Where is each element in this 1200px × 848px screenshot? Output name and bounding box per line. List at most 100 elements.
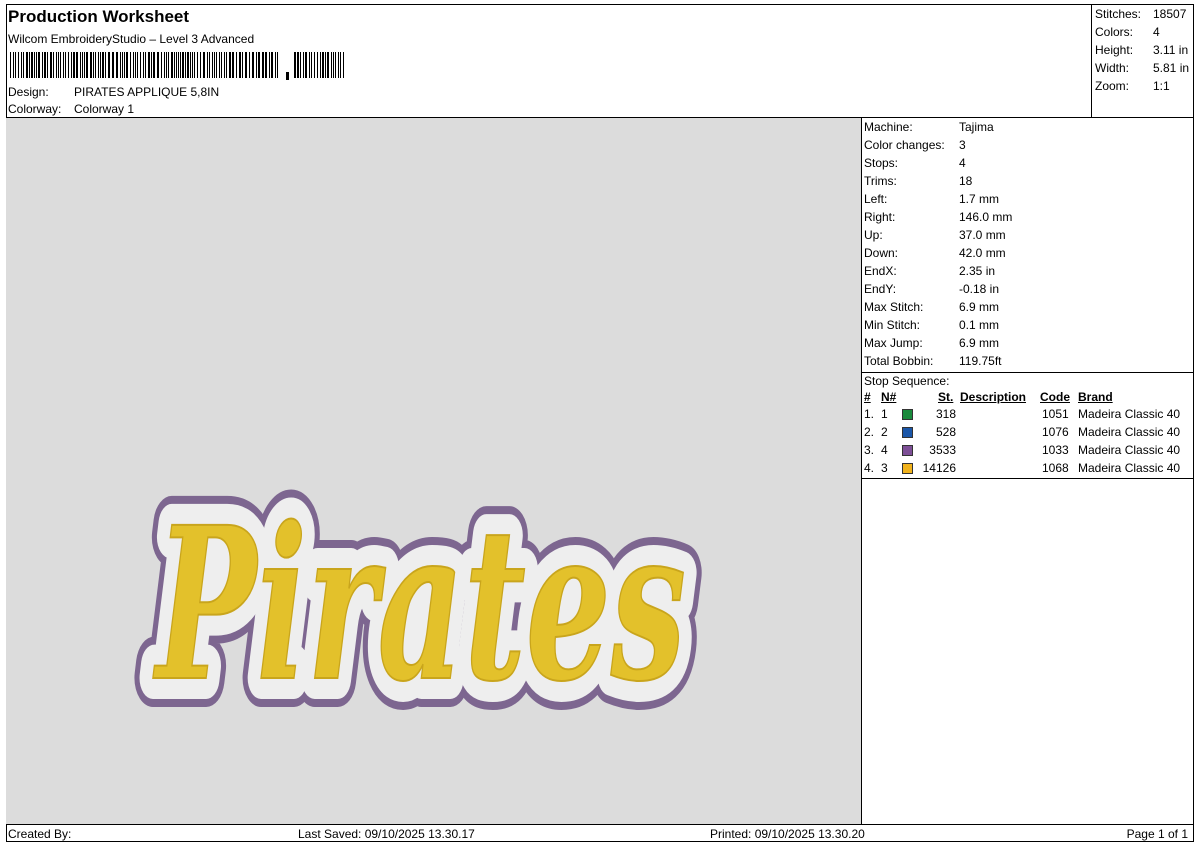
col-header-code: Code bbox=[1040, 390, 1070, 404]
barcode-bar bbox=[50, 52, 52, 78]
barcode-bar bbox=[36, 52, 37, 78]
barcode-bar bbox=[269, 52, 270, 78]
barcode-bar bbox=[82, 52, 83, 78]
barcode-bar bbox=[333, 52, 334, 78]
barcode-bar bbox=[305, 52, 307, 78]
barcode-bar bbox=[314, 52, 315, 78]
barcode-bar bbox=[42, 52, 43, 78]
barcode-bar bbox=[31, 52, 33, 78]
barcode-bar bbox=[13, 52, 14, 78]
barcode-bar bbox=[275, 52, 276, 78]
barcode-bar bbox=[76, 52, 78, 78]
barcode-bar bbox=[297, 52, 299, 78]
right-row: Right: 146.0 mm bbox=[864, 210, 1013, 224]
barcode-bar bbox=[151, 52, 152, 78]
barcode-bar bbox=[212, 52, 213, 78]
col-header-stitches: St. bbox=[938, 390, 954, 404]
color-swatch bbox=[902, 445, 913, 456]
barcode-bar bbox=[60, 52, 61, 78]
barcode-bar bbox=[265, 52, 267, 78]
barcode-bar bbox=[108, 52, 110, 78]
barcode-bar bbox=[187, 52, 189, 78]
barcode-bar bbox=[242, 52, 243, 78]
barcode-bar bbox=[262, 52, 264, 78]
barcode-bar bbox=[18, 52, 19, 78]
barcode-bar bbox=[29, 52, 30, 78]
barcode-bar bbox=[130, 52, 131, 78]
barcode-bar bbox=[168, 52, 169, 78]
barcode-bar bbox=[98, 52, 99, 78]
barcode-bar bbox=[180, 52, 181, 78]
barcode-bar bbox=[174, 52, 175, 78]
barcode-bar bbox=[120, 52, 121, 78]
barcode-bar bbox=[80, 52, 81, 78]
barcode-bar bbox=[219, 52, 220, 78]
barcode-bar bbox=[182, 52, 184, 78]
barcode-mark bbox=[286, 72, 289, 80]
barcode-bar bbox=[23, 52, 24, 78]
barcode-bar bbox=[203, 52, 205, 78]
table-row: 2. 2 528 1076 Madeira Classic 40 bbox=[864, 425, 1181, 439]
design-fill-text: Pirates bbox=[153, 481, 686, 728]
barcode-bar bbox=[68, 52, 69, 78]
design-value: PIRATES APPLIQUE 5,8IN bbox=[74, 85, 220, 99]
worksheet-footer: Created By: Last Saved: 09/10/2025 13.30… bbox=[6, 824, 1194, 842]
table-row: 4. 3 14126 1068 Madeira Classic 40 bbox=[864, 461, 1181, 475]
design-preview: Pirates Pirates Pirates bbox=[6, 118, 862, 824]
color-changes-row: Color changes: 3 bbox=[864, 138, 966, 152]
barcode-bar bbox=[207, 52, 208, 78]
barcode-bar bbox=[164, 52, 165, 78]
barcode-bar bbox=[56, 52, 57, 78]
barcode-bar bbox=[340, 52, 341, 78]
stops-row: Stops: 4 bbox=[864, 156, 966, 170]
total-bobbin-row: Total Bobbin: 119.75ft bbox=[864, 354, 1002, 368]
page-number: Page 1 of 1 bbox=[1126, 827, 1188, 841]
barcode-bar bbox=[122, 52, 123, 78]
barcode-bar bbox=[190, 52, 191, 78]
barcode-bar bbox=[224, 52, 225, 78]
worksheet-header: Production Worksheet Wilcom EmbroiderySt… bbox=[6, 4, 1092, 118]
stop-sequence-title: Stop Sequence: bbox=[864, 374, 950, 388]
barcode-bar bbox=[157, 52, 159, 78]
color-swatch bbox=[902, 463, 913, 474]
endy-row: EndY: -0.18 in bbox=[864, 282, 1000, 296]
barcode-bar bbox=[124, 52, 125, 78]
barcode-bar bbox=[214, 52, 215, 78]
barcode-bar bbox=[44, 52, 46, 78]
barcode-bar bbox=[112, 52, 114, 78]
endx-row: EndX: 2.35 in bbox=[864, 264, 996, 278]
barcode-bar bbox=[100, 52, 101, 78]
table-row: 1. 1 318 1051 Madeira Classic 40 bbox=[864, 407, 1181, 421]
machine-panel: Machine: Tajima Color changes: 3 Stops: 4 T… bbox=[862, 118, 1194, 824]
barcode-bar bbox=[143, 52, 144, 78]
barcode-bar bbox=[192, 52, 193, 78]
barcode-bar bbox=[325, 52, 326, 78]
barcode-bar bbox=[343, 52, 344, 78]
colorway-label: Colorway: bbox=[8, 102, 62, 116]
barcode-bar bbox=[135, 52, 136, 78]
barcode-bar bbox=[216, 52, 217, 78]
barcode-bar bbox=[133, 52, 134, 78]
barcode-bar bbox=[63, 52, 64, 78]
barcode-bar bbox=[65, 52, 66, 78]
down-row: Down: 42.0 mm bbox=[864, 246, 1006, 260]
col-header-num: # bbox=[864, 390, 871, 404]
barcode-bar bbox=[34, 52, 35, 78]
machine-row: Machine: Tajima bbox=[864, 120, 994, 134]
barcode-bar bbox=[90, 52, 92, 78]
stat-height: Height: 3.11 in bbox=[1095, 43, 1189, 57]
barcode-bar bbox=[258, 52, 260, 78]
barcode-bar bbox=[221, 52, 222, 78]
barcode-bar bbox=[309, 52, 310, 78]
created-by: Created By: bbox=[8, 827, 72, 841]
up-row: Up: 37.0 mm bbox=[864, 228, 1006, 242]
color-swatch bbox=[902, 427, 913, 438]
barcode-bar bbox=[58, 52, 59, 78]
barcode-bar bbox=[256, 52, 257, 78]
barcode-bar bbox=[21, 52, 22, 78]
stat-colors: Colors: 4 bbox=[1095, 25, 1160, 39]
page-title: Production Worksheet bbox=[8, 7, 190, 26]
barcode-bar bbox=[322, 52, 324, 78]
barcode-bar bbox=[327, 52, 329, 78]
barcode-bar bbox=[303, 52, 304, 78]
